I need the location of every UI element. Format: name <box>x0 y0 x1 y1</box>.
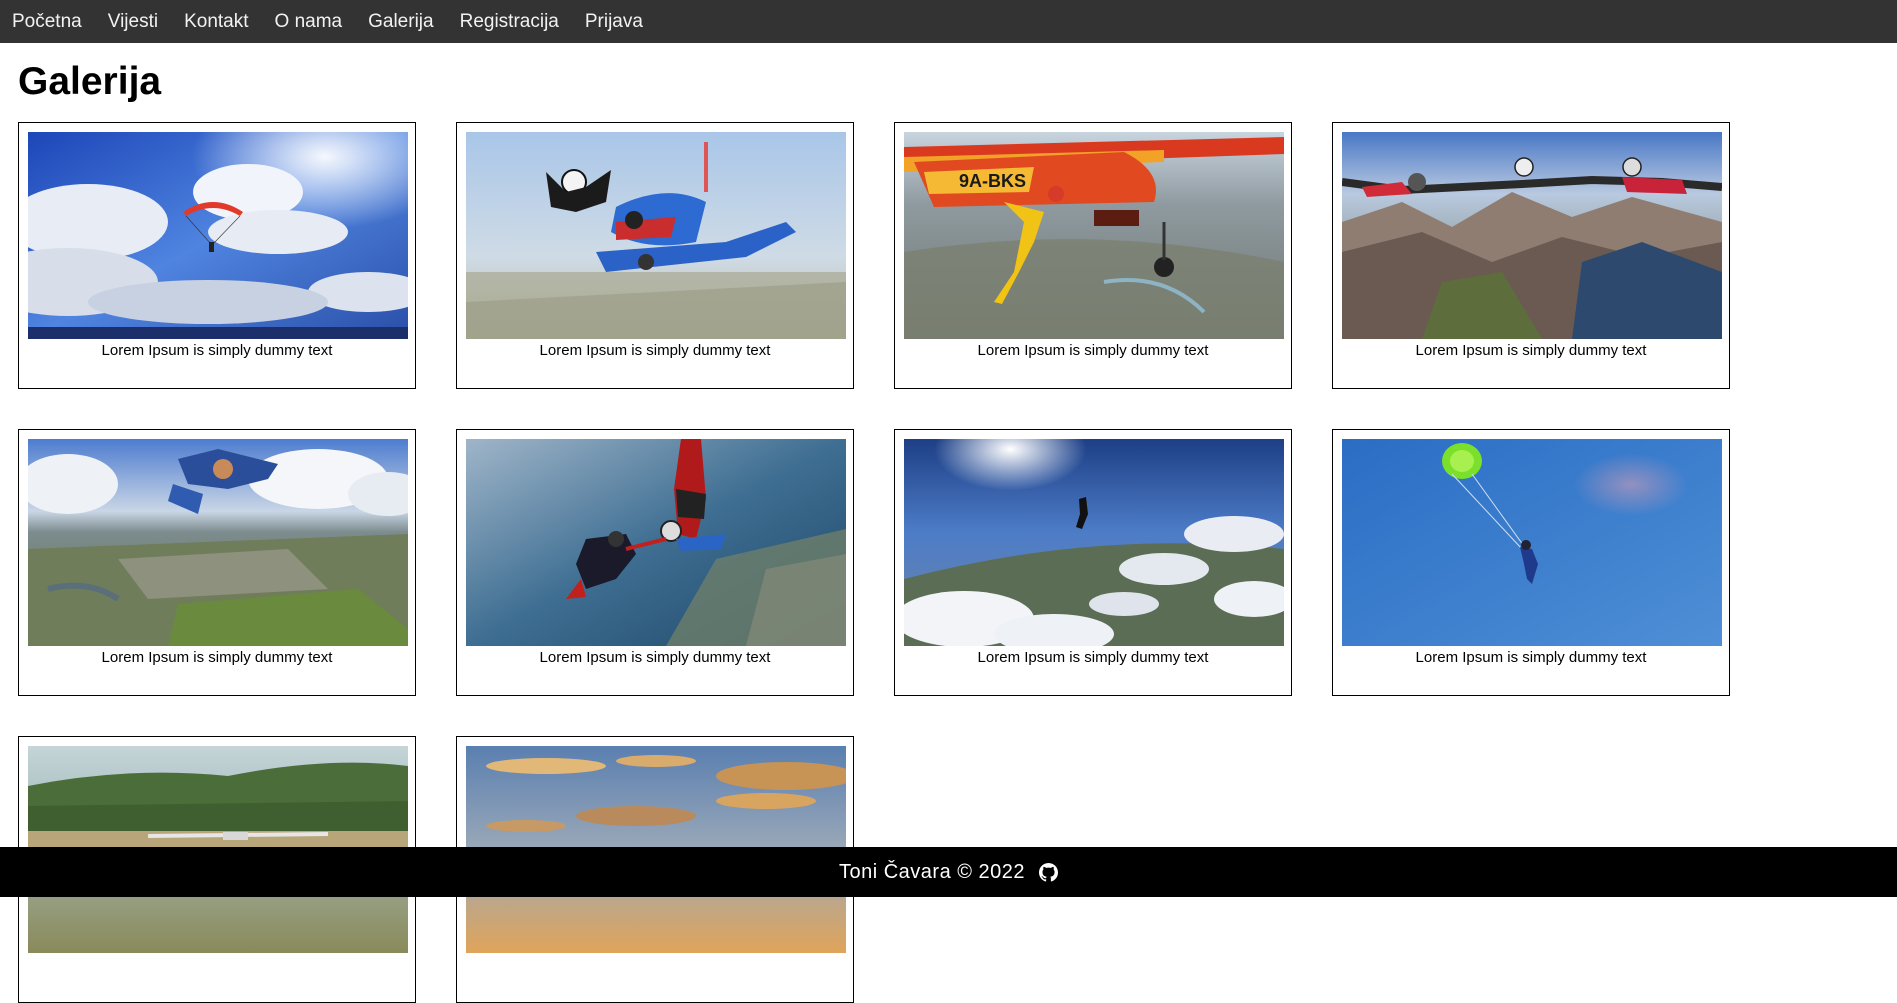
page-footer: Toni Čavara © 2022 <box>0 847 1897 897</box>
plane-registration: 9A-BKS <box>959 171 1026 191</box>
image-caption: Lorem Ipsum is simply dummy text <box>977 649 1209 666</box>
image-caption: Lorem Ipsum is simply dummy text <box>1415 649 1647 666</box>
image-caption: Lorem Ipsum is simply dummy text <box>977 342 1209 359</box>
gallery-card[interactable]: Lorem Ipsum is simply dummy text <box>456 122 854 389</box>
gallery-card[interactable]: 9A-BKS Lorem Ipsum is simply dummy text <box>894 122 1292 389</box>
image-caption: Lorem Ipsum is simply dummy text <box>539 649 771 666</box>
footer-text: Toni Čavara © 2022 <box>838 860 1026 883</box>
parachute-sky-photo[interactable] <box>28 132 408 339</box>
duo-freefall-coast-photo[interactable] <box>466 439 846 646</box>
image-caption: Lorem Ipsum is simply dummy text <box>101 649 333 666</box>
formation-mountains-photo[interactable] <box>1342 132 1722 339</box>
gallery-card[interactable]: Lorem Ipsum is simply dummy text <box>894 429 1292 696</box>
plane-jump-photo[interactable]: 9A-BKS <box>904 132 1284 339</box>
image-caption: Lorem Ipsum is simply dummy text <box>101 342 333 359</box>
gallery-card[interactable]: Lorem Ipsum is simply dummy text <box>18 122 416 389</box>
freefall-city-photo[interactable] <box>28 439 408 646</box>
green-canopy-photo[interactable] <box>1342 439 1722 646</box>
image-caption: Lorem Ipsum is simply dummy text <box>539 342 771 359</box>
solo-above-clouds-photo[interactable] <box>904 439 1284 646</box>
gallery-card[interactable]: Lorem Ipsum is simply dummy text <box>1332 429 1730 696</box>
github-icon[interactable] <box>1039 862 1059 882</box>
image-caption: Lorem Ipsum is simply dummy text <box>1415 342 1647 359</box>
gallery-card[interactable]: Lorem Ipsum is simply dummy text <box>456 429 854 696</box>
tandem-skydivers-photo[interactable] <box>466 132 846 339</box>
gallery-card[interactable]: Lorem Ipsum is simply dummy text <box>18 429 416 696</box>
gallery-grid: Lorem Ipsum is simply dummy text Lorem I… <box>0 0 1897 1003</box>
gallery-card[interactable]: Lorem Ipsum is simply dummy text <box>1332 122 1730 389</box>
